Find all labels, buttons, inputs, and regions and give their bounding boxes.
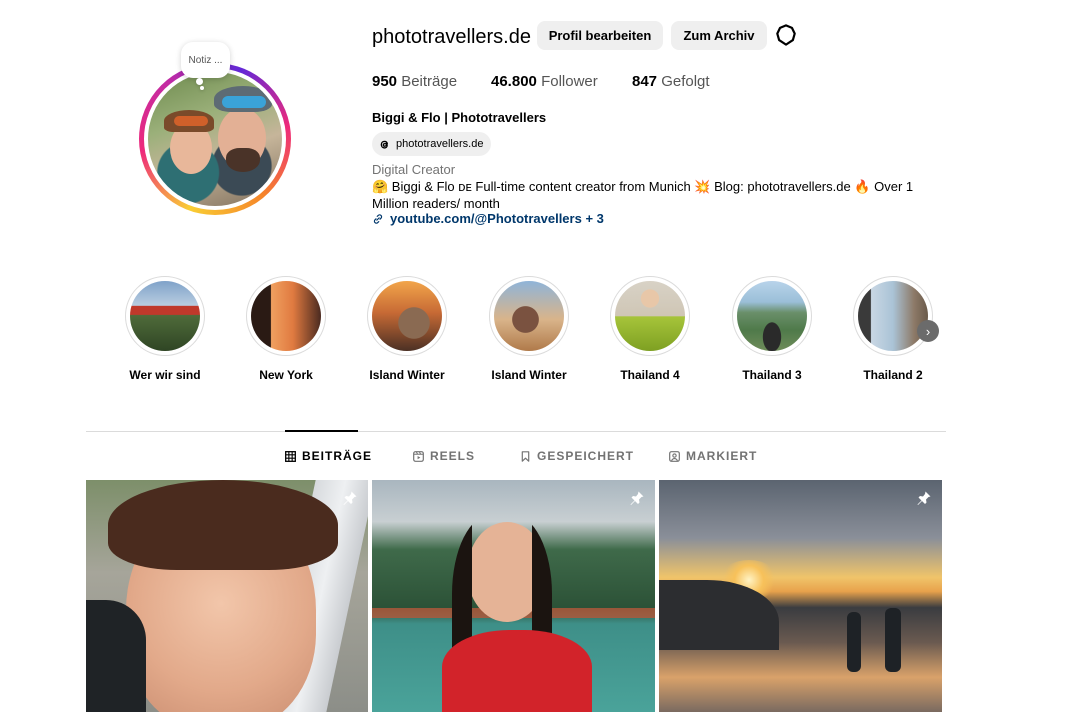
note-bubble-tail — [200, 86, 204, 90]
following-count: 847 — [632, 73, 658, 90]
highlight-label: Thailand 4 — [620, 368, 680, 382]
highlight-label: Thailand 2 — [863, 368, 923, 382]
sunglasses-icon — [222, 96, 266, 108]
pin-icon — [630, 491, 644, 505]
threads-link[interactable]: phototravellers.de — [372, 132, 492, 156]
tagged-icon — [669, 450, 680, 462]
post-image-person — [885, 608, 901, 672]
pin-icon — [343, 491, 357, 505]
highlight-ring — [732, 276, 812, 356]
grid-icon — [285, 450, 296, 462]
link-icon — [373, 213, 383, 224]
settings-icon[interactable] — [775, 24, 797, 46]
chevron-right-icon[interactable]: › — [917, 320, 939, 342]
highlight-cover — [130, 281, 200, 351]
highlight-item[interactable]: Island Winter — [366, 276, 448, 382]
followers-count: 46.800 — [491, 73, 537, 90]
highlight-ring — [489, 276, 569, 356]
avatar[interactable] — [148, 72, 282, 206]
post-image-person — [847, 612, 861, 672]
avatar-frame — [144, 68, 286, 210]
highlight-label: Island Winter — [369, 368, 445, 382]
stat-posts[interactable]: 950 Beiträge — [372, 73, 457, 90]
post-image-strap — [86, 600, 146, 712]
highlight-cover — [251, 281, 321, 351]
archive-button[interactable]: Zum Archiv — [671, 21, 767, 50]
highlight-ring — [125, 276, 205, 356]
highlight-ring — [367, 276, 447, 356]
post-image-hair — [108, 480, 338, 570]
highlight-cover — [737, 281, 807, 351]
profile-username: phototravellers.de — [372, 26, 531, 48]
bookmark-icon — [521, 450, 530, 462]
post-image-dress — [442, 630, 592, 712]
highlight-label: Thailand 3 — [742, 368, 802, 382]
profile-category: Digital Creator — [372, 162, 456, 177]
highlight-item[interactable]: Thailand 4 — [609, 276, 691, 382]
profile-link-text: youtube.com/@Phototravellers + 3 — [390, 211, 604, 226]
reels-icon — [413, 450, 424, 462]
highlight-label: New York — [259, 368, 313, 382]
highlight-cover — [858, 281, 928, 351]
posts-count: 950 — [372, 73, 398, 90]
tab-tagged[interactable]: MARKIERT — [669, 449, 757, 463]
tab-saved[interactable]: GESPEICHERT — [520, 449, 634, 463]
profile-avatar-ring[interactable] — [139, 63, 291, 215]
stat-following[interactable]: 847 Gefolgt — [632, 73, 710, 90]
highlight-item[interactable]: Wer wir sind — [124, 276, 206, 382]
tab-label: MARKIERT — [686, 449, 758, 463]
threads-icon — [380, 140, 388, 149]
note-text: Notiz ... — [188, 54, 223, 66]
highlight-item[interactable]: New York — [245, 276, 327, 382]
post-tile[interactable] — [659, 480, 942, 712]
highlight-ring — [853, 276, 933, 356]
post-tile[interactable] — [86, 480, 368, 712]
tab-reels[interactable]: REELS — [413, 449, 475, 463]
highlight-label: Island Winter — [491, 368, 567, 382]
following-label: Gefolgt — [661, 73, 710, 90]
highlight-cover — [494, 281, 564, 351]
highlight-item[interactable]: Thailand 3 — [731, 276, 813, 382]
tab-posts[interactable]: BEITRÄGE — [285, 449, 372, 463]
profile-bio: 🤗 Biggi & Flo ᴅᴇ Full-time content creat… — [372, 179, 914, 211]
stat-followers[interactable]: 46.800 Follower — [491, 73, 598, 90]
avatar-beard — [226, 148, 260, 172]
profile-full-name: Biggi & Flo | Phototravellers — [372, 110, 547, 125]
pin-icon — [917, 491, 931, 505]
edit-profile-button[interactable]: Profil bearbeiten — [537, 21, 663, 50]
highlight-ring — [610, 276, 690, 356]
highlight-ring — [246, 276, 326, 356]
note-bubble[interactable]: Notiz ... — [181, 42, 230, 78]
tab-label: GESPEICHERT — [537, 449, 635, 463]
followers-label: Follower — [541, 73, 598, 90]
note-bubble-tail — [196, 78, 203, 85]
posts-label: Beiträge — [401, 73, 458, 90]
post-tile[interactable] — [372, 480, 655, 712]
active-tab-indicator — [285, 430, 358, 432]
tabs-divider — [86, 431, 946, 432]
profile-link[interactable]: youtube.com/@Phototravellers + 3 — [372, 211, 604, 226]
sunglasses-icon — [174, 116, 208, 126]
threads-handle: phototravellers.de — [396, 138, 484, 150]
highlight-label: Wer wir sind — [129, 368, 201, 382]
highlight-cover — [615, 281, 685, 351]
tab-label: BEITRÄGE — [302, 449, 373, 463]
highlight-cover — [372, 281, 442, 351]
highlight-item[interactable]: Island Winter — [488, 276, 570, 382]
tab-label: REELS — [430, 449, 476, 463]
